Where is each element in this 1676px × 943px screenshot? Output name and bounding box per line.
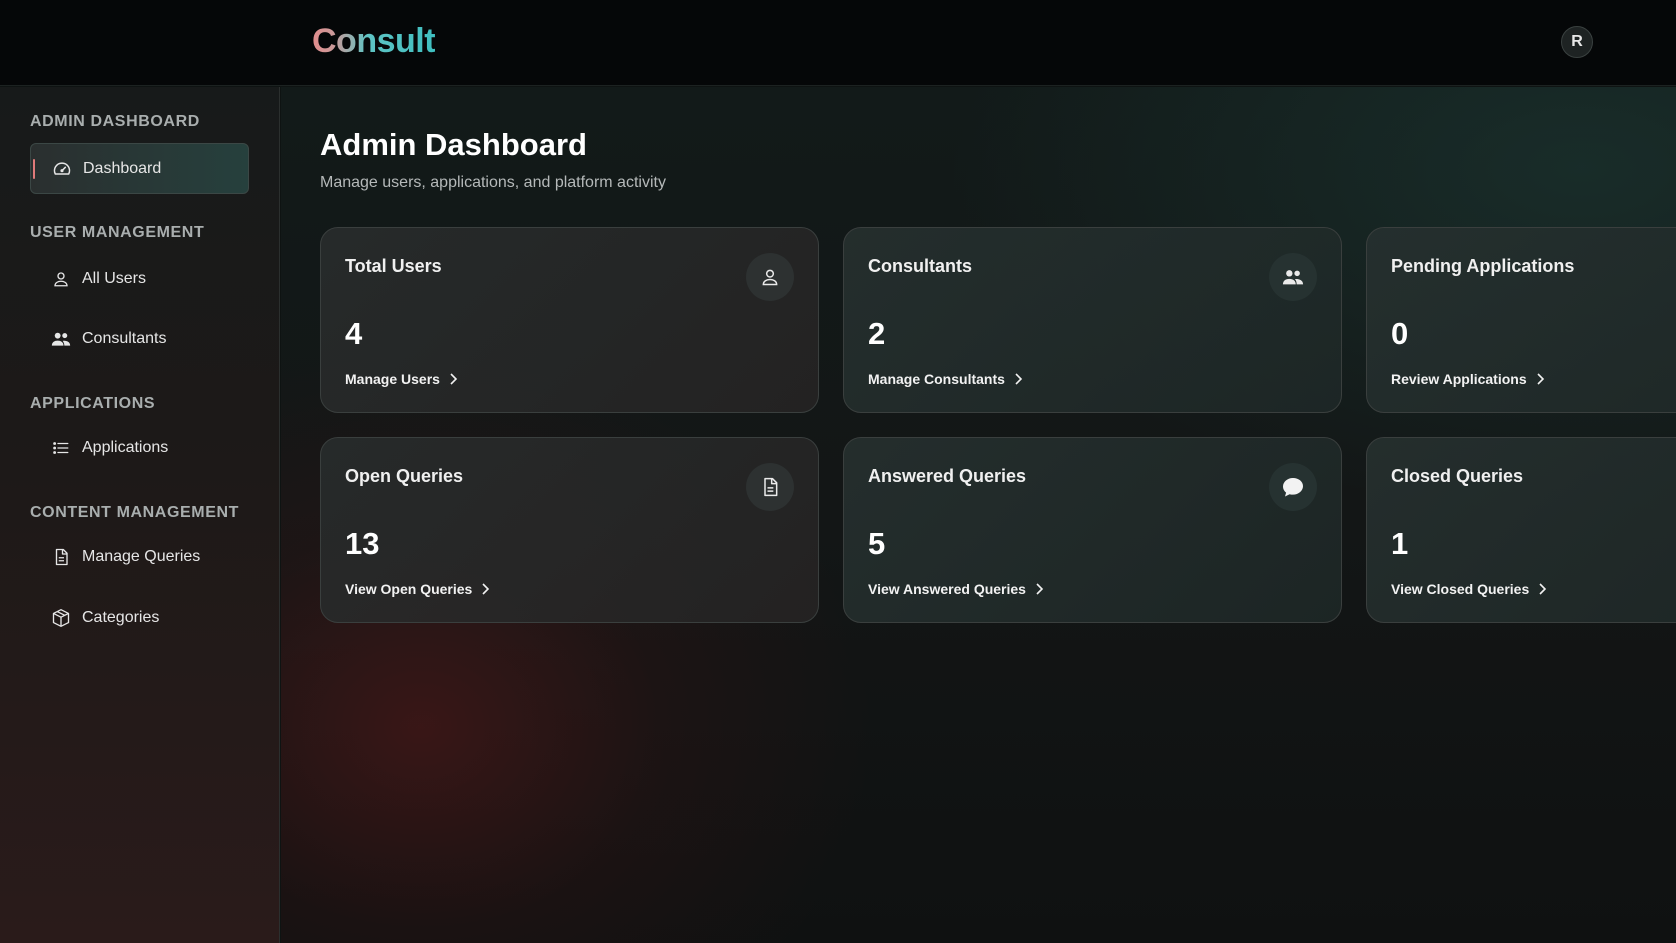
view-open-queries-link[interactable]: View Open Queries — [345, 581, 490, 597]
card-value: 5 — [868, 526, 886, 561]
card-title: Closed Queries — [1391, 466, 1524, 486]
review-applications-link[interactable]: Review Applications — [1391, 371, 1545, 387]
list-icon — [51, 438, 71, 458]
card-value: 13 — [345, 526, 380, 561]
card-value: 4 — [345, 316, 363, 351]
users-icon — [1269, 253, 1317, 301]
sidebar-item-label: Categories — [82, 608, 160, 626]
chevron-right-icon — [1537, 583, 1547, 595]
sidebar-section-user-management: USER MANAGEMENT — [30, 224, 205, 241]
card-title: Consultants — [868, 256, 973, 276]
document-icon — [746, 463, 794, 511]
gauge-icon — [52, 159, 72, 179]
sidebar-item-label: Manage Queries — [82, 547, 201, 565]
user-avatar[interactable]: R — [1561, 26, 1593, 58]
link-label: View Answered Queries — [868, 581, 1026, 597]
chat-bubble-icon — [1269, 463, 1317, 511]
chevron-right-icon — [1535, 373, 1545, 385]
sidebar-section-applications: APPLICATIONS — [30, 395, 156, 412]
page-subtitle: Manage users, applications, and platform… — [320, 174, 666, 191]
top-bar: Consult R — [0, 0, 1676, 86]
stat-card-pending-applications: Pending Applications 0 Review Applicatio… — [1366, 227, 1676, 413]
document-icon — [51, 547, 71, 567]
card-value: 0 — [1391, 316, 1409, 351]
sidebar: ADMIN DASHBOARD Dashboard USER MANAGEMEN… — [0, 87, 280, 943]
chevron-right-icon — [480, 583, 490, 595]
stat-card-answered-queries: Answered Queries 5 View Answered Queries — [843, 437, 1342, 623]
card-title: Open Queries — [345, 466, 464, 486]
card-value: 1 — [1391, 526, 1409, 561]
view-closed-queries-link[interactable]: View Closed Queries — [1391, 581, 1547, 597]
chevron-right-icon — [448, 373, 458, 385]
sidebar-item-manage-queries[interactable]: Manage Queries — [30, 531, 249, 582]
sidebar-item-label: All Users — [82, 269, 147, 287]
card-value: 2 — [868, 316, 886, 351]
stat-card-total-users: Total Users 4 Manage Users — [320, 227, 819, 413]
app-logo[interactable]: Consult — [312, 22, 436, 61]
link-label: Review Applications — [1391, 371, 1527, 387]
chevron-right-icon — [1034, 583, 1044, 595]
sidebar-item-label: Consultants — [82, 329, 167, 347]
user-icon — [746, 253, 794, 301]
card-title: Total Users — [345, 256, 442, 276]
page-title: Admin Dashboard — [320, 127, 587, 162]
sidebar-section-content-management: CONTENT MANAGEMENT — [30, 504, 240, 521]
stat-card-open-queries: Open Queries 13 View Open Queries — [320, 437, 819, 623]
link-label: Manage Consultants — [868, 371, 1005, 387]
sidebar-section-admin-dashboard: ADMIN DASHBOARD — [30, 113, 200, 130]
stat-card-consultants: Consultants 2 Manage Consultants — [843, 227, 1342, 413]
box-icon — [51, 608, 71, 628]
sidebar-item-applications[interactable]: Applications — [30, 422, 249, 473]
sidebar-item-label: Dashboard — [83, 159, 162, 177]
sidebar-item-consultants[interactable]: Consultants — [30, 313, 249, 364]
manage-consultants-link[interactable]: Manage Consultants — [868, 371, 1023, 387]
sidebar-item-all-users[interactable]: All Users — [30, 253, 249, 304]
main-content: Admin Dashboard Manage users, applicatio… — [281, 87, 1676, 943]
link-label: Manage Users — [345, 371, 440, 387]
stat-card-closed-queries: Closed Queries 1 View Closed Queries — [1366, 437, 1676, 623]
sidebar-item-label: Applications — [82, 438, 169, 456]
link-label: View Closed Queries — [1391, 581, 1530, 597]
card-title: Pending Applications — [1391, 256, 1575, 276]
link-label: View Open Queries — [345, 581, 473, 597]
user-icon — [51, 269, 71, 289]
sidebar-item-categories[interactable]: Categories — [30, 592, 249, 643]
chevron-right-icon — [1013, 373, 1023, 385]
view-answered-queries-link[interactable]: View Answered Queries — [868, 581, 1044, 597]
manage-users-link[interactable]: Manage Users — [345, 371, 458, 387]
card-title: Answered Queries — [868, 466, 1027, 486]
users-icon — [51, 329, 71, 349]
sidebar-item-dashboard[interactable]: Dashboard — [30, 143, 249, 194]
